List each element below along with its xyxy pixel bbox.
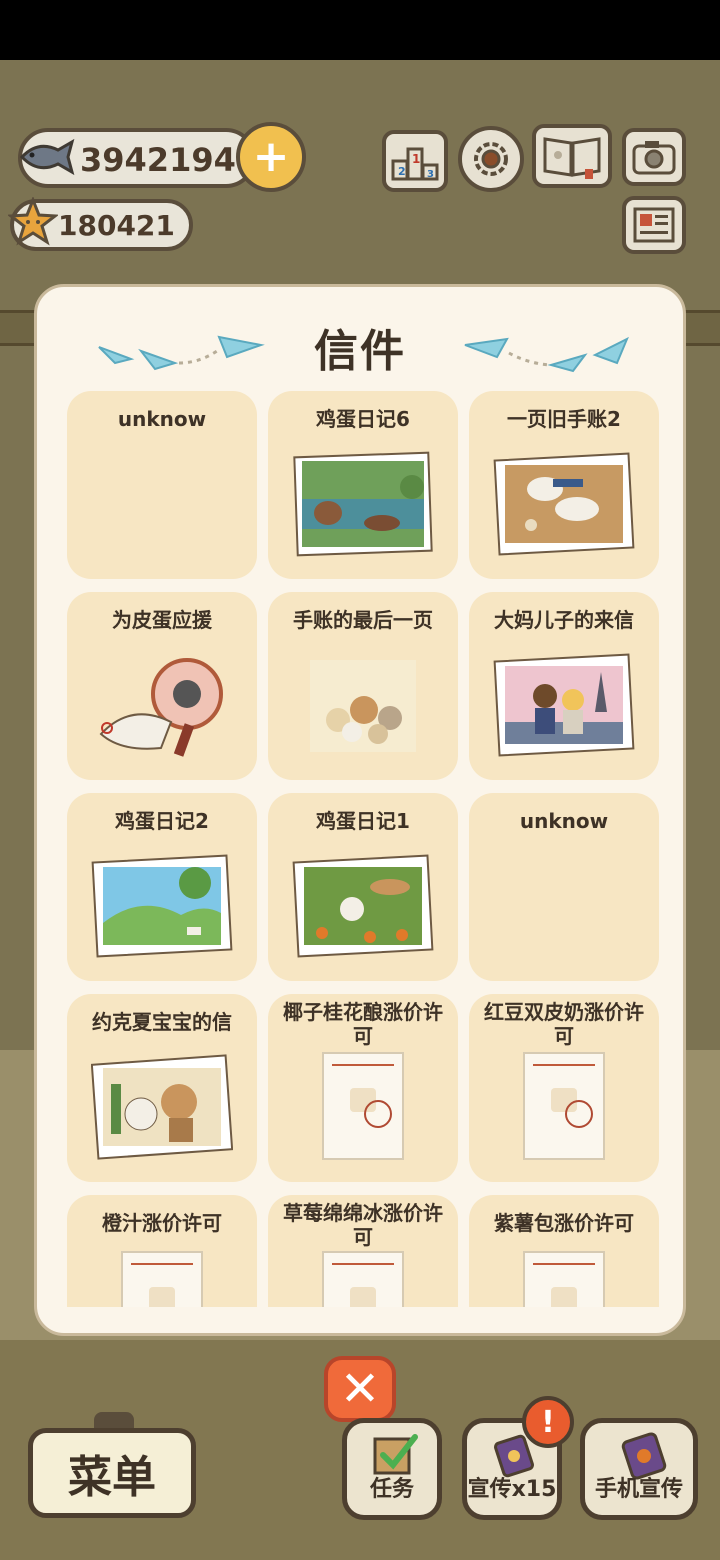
letter-card[interactable]: 一页旧手账2 [469,391,659,579]
phone-promotion-label: 手机宣传 [594,1477,683,1502]
letter-card[interactable]: 大妈儿子的来信 [469,592,659,780]
permit-document [523,1251,605,1307]
letter-title: 鸡蛋日记2 [115,809,209,833]
letter-card[interactable]: unknow [67,391,257,579]
phone-promotion-button[interactable]: 手机宣传 [580,1418,698,1520]
letters-grid: unknow 鸡蛋日记6 一页旧手账2 为皮蛋应援 手账的最后一页 大妈儿子的来… [67,391,659,1307]
menu-button[interactable]: 菜单 [28,1428,196,1518]
letter-card[interactable]: unknow [469,793,659,981]
tasks-button[interactable]: 任务 [342,1418,442,1520]
letter-title: 椰子桂花酿涨价许可 [283,1000,443,1048]
letter-photo [293,451,433,557]
letter-title: 为皮蛋应援 [112,608,212,632]
letter-card[interactable]: 鸡蛋日记6 [268,391,458,579]
letter-photo [493,653,635,757]
letter-title: 橙汁涨价许可 [102,1211,222,1235]
permit-document [322,1251,404,1307]
paper-plane-decoration-right [464,336,629,373]
letter-title: 约克夏宝宝的信 [92,1010,232,1034]
letter-card[interactable]: 紫薯包涨价许可 [469,1195,659,1307]
letter-title: 鸡蛋日记1 [316,809,410,833]
letter-title: 草莓绵绵冰涨价许可 [283,1201,443,1249]
letter-title: 红豆双皮奶涨价许可 [484,1000,644,1048]
letter-photo [91,1054,233,1160]
letter-photo [292,854,434,958]
letter-photo [493,452,635,556]
letter-title: 一页旧手账2 [507,407,621,431]
letter-card[interactable]: 手账的最后一页 [268,592,458,780]
permit-document [523,1052,605,1160]
letter-title: unknow [117,407,207,431]
letter-title: 紫薯包涨价许可 [494,1211,634,1235]
letter-title: unknow [519,809,609,833]
letter-card[interactable]: 草莓绵绵冰涨价许可 [268,1195,458,1307]
letter-illustration [310,660,416,752]
alert-badge: ! [522,1396,574,1448]
letter-title: 手账的最后一页 [293,608,433,632]
permit-document [322,1052,404,1160]
letter-card[interactable]: 橙汁涨价许可 [67,1195,257,1307]
tasks-label: 任务 [369,1477,414,1502]
close-button[interactable]: ✕ [324,1356,396,1422]
letter-card[interactable]: 椰子桂花酿涨价许可 [268,994,458,1182]
letter-title: 鸡蛋日记6 [316,407,410,431]
letter-photo [91,854,233,958]
permit-document [121,1251,203,1307]
letter-card[interactable]: 为皮蛋应援 [67,592,257,780]
letter-illustration [99,658,223,757]
letter-card[interactable]: 约克夏宝宝的信 [67,994,257,1182]
letter-card[interactable]: 红豆双皮奶涨价许可 [469,994,659,1182]
letters-modal: 信件 unknow 鸡蛋日记6 一页旧手账2 为皮蛋应援 手账的最后一页 大妈儿… [34,284,686,1336]
promotion-label: 宣传x15 [467,1477,557,1502]
letter-card[interactable]: 鸡蛋日记2 [67,793,257,981]
letter-title: 大妈儿子的来信 [494,608,634,632]
letter-card[interactable]: 鸡蛋日记1 [268,793,458,981]
